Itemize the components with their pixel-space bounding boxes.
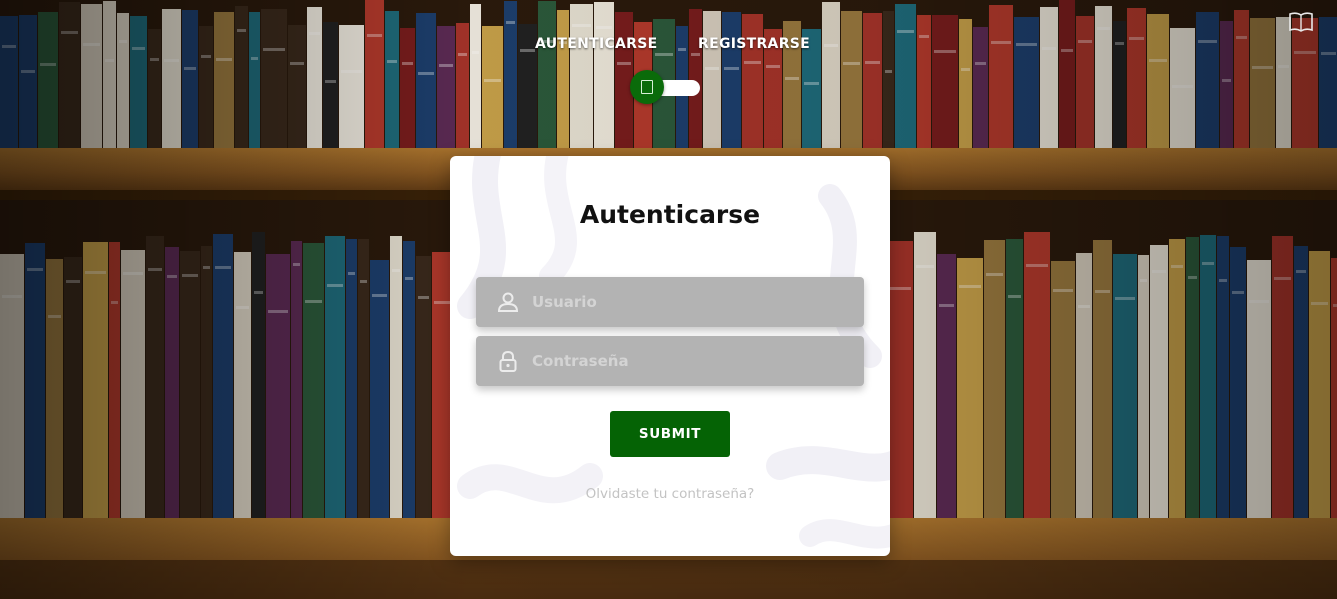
- book-icon[interactable]: [1288, 10, 1314, 34]
- toggle-knob: [630, 70, 664, 104]
- forgot-password-link[interactable]: Olvidaste tu contraseña?: [450, 486, 890, 502]
- lock-icon: [499, 350, 517, 372]
- toggle-glyph-icon: [641, 80, 653, 94]
- user-icon: [497, 292, 519, 312]
- page-title: Autenticarse: [579, 200, 761, 229]
- password-input[interactable]: [532, 336, 864, 386]
- submit-button[interactable]: SUBMIT: [610, 411, 730, 457]
- username-field[interactable]: [476, 277, 864, 327]
- username-input[interactable]: [532, 277, 864, 327]
- tab-register[interactable]: REGISTRARSE: [698, 36, 810, 52]
- tab-login[interactable]: AUTENTICARSE: [535, 36, 658, 52]
- password-field[interactable]: [476, 336, 864, 386]
- login-register-toggle[interactable]: [630, 70, 700, 104]
- login-card: Autenticarse SUBMIT Olvidaste tu contras…: [450, 156, 890, 556]
- login-page: AUTENTICARSE REGISTRARSE Autenticarse Us…: [0, 0, 1337, 599]
